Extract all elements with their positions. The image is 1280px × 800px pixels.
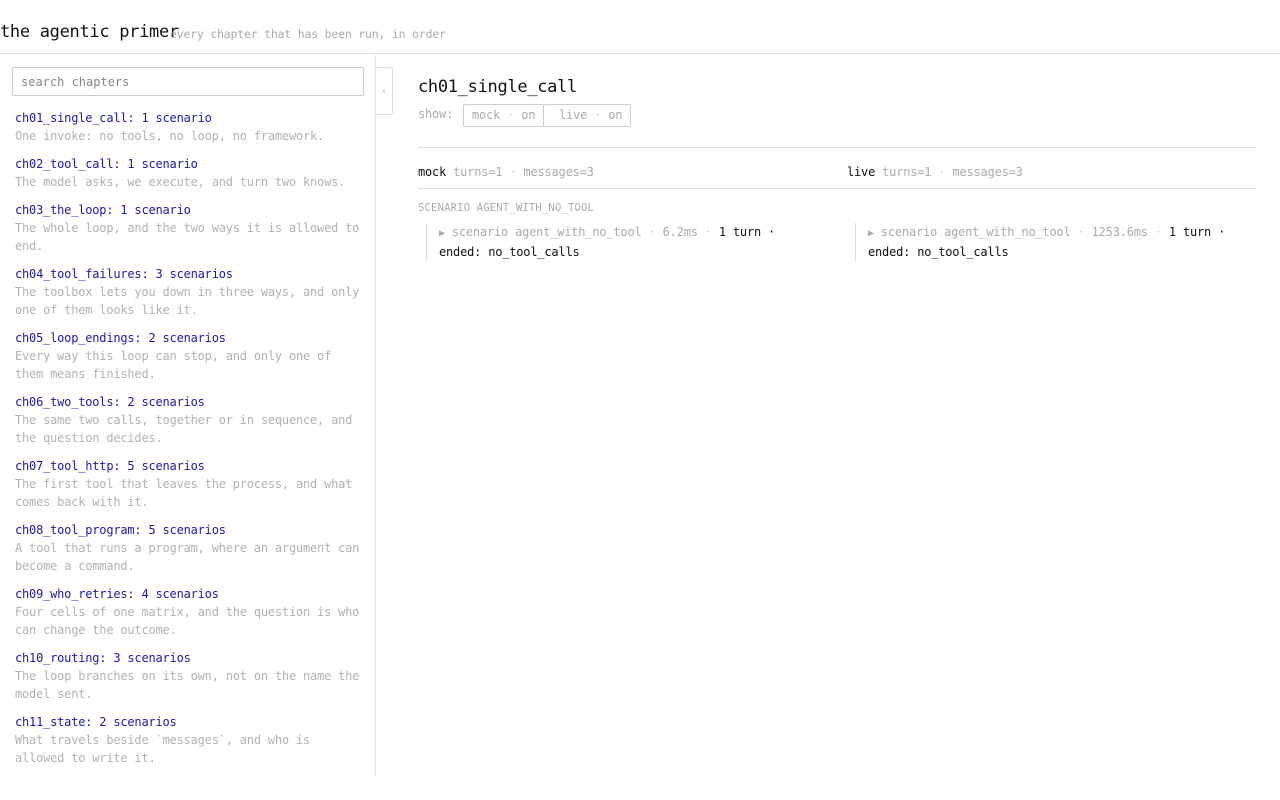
chapter-description: The loop branches on its own, not on the…: [15, 669, 360, 701]
mock-toggle[interactable]: mock · on: [463, 104, 545, 127]
live-toggle[interactable]: live · on: [543, 104, 632, 127]
chapter-title[interactable]: ch03_the_loop: 1 scenario: [15, 201, 365, 219]
app-title: the agentic primer: [0, 22, 179, 42]
chapter-item-ch05[interactable]: ch05_loop_endings: 2 scenarios Every way…: [15, 329, 365, 383]
column-name: mock: [418, 165, 447, 179]
separator: ·: [509, 165, 517, 179]
app-subtitle: every chapter that has been run, in orde…: [170, 27, 446, 41]
separator: ·: [1218, 225, 1226, 239]
chapter-description: A tool that runs a program, where an arg…: [15, 541, 360, 573]
chapter-title[interactable]: ch06_two_tools: 2 scenarios: [15, 393, 365, 411]
show-label: show:: [418, 107, 454, 121]
chapter-description: The first tool that leaves the process, …: [15, 477, 353, 509]
separator: ·: [704, 225, 712, 239]
chapter-title[interactable]: ch07_tool_http: 5 scenarios: [15, 457, 365, 475]
chapter-item-ch04[interactable]: ch04_tool_failures: 3 scenarios The tool…: [15, 265, 365, 319]
separator: ·: [768, 225, 776, 239]
run-result: no_tool_calls: [488, 245, 580, 259]
separator: ·: [938, 165, 946, 179]
chapter-title[interactable]: ch11_state: 2 scenarios: [15, 713, 365, 731]
chapter-title[interactable]: ch05_loop_endings: 2 scenarios: [15, 329, 365, 347]
chapter-list: ch01_single_call: 1 scenario One invoke:…: [15, 109, 365, 776]
run-ended-label: ended:: [439, 245, 482, 259]
expand-triangle-icon[interactable]: ▶: [868, 228, 874, 239]
chapter-description: What travels beside `messages`, and who …: [15, 733, 311, 765]
run-turns: 1 turn: [718, 225, 761, 239]
separator: ·: [648, 225, 656, 239]
chapter-item-ch10[interactable]: ch10_routing: 3 scenarios The loop branc…: [15, 649, 365, 703]
chapter-description: Four cells of one matrix, and the questi…: [15, 605, 360, 637]
separator: ·: [1077, 225, 1085, 239]
chapter-title[interactable]: ch02_tool_call: 1 scenario: [15, 155, 365, 173]
divider: [418, 188, 1256, 189]
run-ended-label: ended:: [868, 245, 911, 259]
run-duration: 6.2ms: [662, 225, 698, 239]
run-result: no_tool_calls: [917, 245, 1009, 259]
chapter-description: Every way this loop can stop, and only o…: [15, 349, 332, 381]
expand-triangle-icon[interactable]: ▶: [439, 228, 445, 239]
app-header: the agentic primer every chapter that ha…: [0, 0, 1280, 54]
run-turns: 1 turn: [1168, 225, 1212, 239]
chapter-item-ch01[interactable]: ch01_single_call: 1 scenario One invoke:…: [15, 109, 365, 145]
chapter-item-ch08[interactable]: ch08_tool_program: 5 scenarios A tool th…: [15, 521, 365, 575]
chapter-title[interactable]: ch04_tool_failures: 3 scenarios: [15, 265, 365, 283]
chapter-description: One invoke: no tools, no loop, no framew…: [15, 129, 325, 143]
chapter-item-ch02[interactable]: ch02_tool_call: 1 scenario The model ask…: [15, 155, 365, 191]
chapter-description: The model asks, we execute, and turn two…: [15, 175, 346, 189]
column-turns: turns=1: [882, 165, 932, 179]
chapter-item-ch03[interactable]: ch03_the_loop: 1 scenario The whole loop…: [15, 201, 365, 255]
chapter-item-ch09[interactable]: ch09_who_retries: 4 scenarios Four cells…: [15, 585, 365, 639]
column-turns: turns=1: [453, 165, 503, 179]
page-title: ch01_single_call: [418, 77, 577, 97]
chapter-title[interactable]: ch08_tool_program: 5 scenarios: [15, 521, 365, 539]
divider: [418, 147, 1256, 148]
main-panel: ch01_single_call show: mock · on live · …: [418, 55, 1256, 775]
chapter-title[interactable]: ch10_routing: 3 scenarios: [15, 649, 365, 667]
toggle-name: mock: [472, 108, 501, 122]
mock-column-header: mock turns=1 · messages=3: [418, 165, 594, 179]
run-label: scenario agent_with_no_tool: [451, 225, 642, 239]
chapter-description: The same two calls, together or in seque…: [15, 413, 353, 445]
separator: ·: [507, 108, 515, 122]
chapter-item-ch07[interactable]: ch07_tool_http: 5 scenarios The first to…: [15, 457, 365, 511]
chapter-item-ch06[interactable]: ch06_two_tools: 2 scenarios The same two…: [15, 393, 365, 447]
toggle-state: on: [521, 108, 536, 122]
search-input[interactable]: [12, 67, 364, 96]
separator: ·: [594, 108, 602, 122]
separator: ·: [1154, 225, 1162, 239]
toggle-name: live: [559, 108, 588, 122]
sidebar-collapse-button[interactable]: ‹: [376, 67, 393, 115]
column-name: live: [847, 165, 876, 179]
column-messages: messages=3: [952, 165, 1023, 179]
run-label: scenario agent_with_no_tool: [880, 225, 1071, 239]
sidebar: ch01_single_call: 1 scenario One invoke:…: [0, 55, 376, 776]
chevron-left-icon: ‹: [380, 86, 388, 97]
live-column-header: live turns=1 · messages=3: [847, 165, 1023, 179]
chapter-item-ch11[interactable]: ch11_state: 2 scenarios What travels bes…: [15, 713, 365, 767]
chapter-description: The whole loop, and the two ways it is a…: [15, 221, 360, 253]
scenario-label: SCENARIO AGENT_WITH_NO_TOOL: [418, 202, 595, 214]
chapter-description: The toolbox lets you down in three ways,…: [15, 285, 360, 317]
run-duration: 1253.6ms: [1091, 225, 1148, 239]
chapter-title[interactable]: ch09_who_retries: 4 scenarios: [15, 585, 365, 603]
mock-run-entry[interactable]: ▶ scenario agent_with_no_tool · 6.2ms · …: [426, 223, 809, 261]
live-run-entry[interactable]: ▶ scenario agent_with_no_tool · 1253.6ms…: [855, 223, 1238, 261]
toggle-state: on: [608, 108, 623, 122]
column-messages: messages=3: [523, 165, 594, 179]
chapter-title[interactable]: ch01_single_call: 1 scenario: [15, 109, 365, 127]
